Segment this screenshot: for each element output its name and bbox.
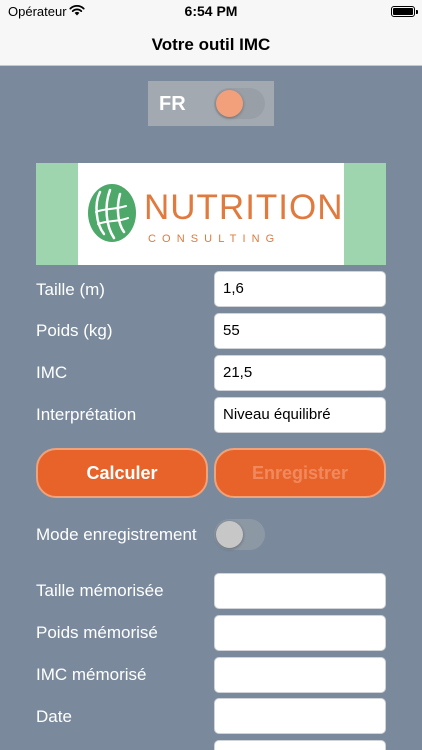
toggle-knob [216, 521, 243, 548]
interpretation-label: Interprétation [36, 405, 137, 424]
taille-label: Taille (m) [36, 280, 105, 299]
calculer-button[interactable]: Calculer [36, 448, 208, 498]
date-field[interactable] [214, 698, 386, 734]
logo: NUTRITION CONSULTING [78, 163, 344, 265]
date-label: Date [36, 707, 72, 726]
language-toggle[interactable] [214, 88, 265, 119]
logo-banner: NUTRITION CONSULTING [36, 163, 386, 265]
language-switcher: FR [148, 81, 274, 126]
logo-wordmark: NUTRITION [144, 188, 344, 227]
imc-label: IMC [36, 363, 68, 382]
poids-field[interactable]: 55 [214, 313, 386, 349]
toggle-knob [216, 90, 243, 117]
page-title: Votre outil IMC [151, 35, 271, 54]
imc-field[interactable]: 21,5 [214, 355, 386, 391]
imc-memorise-label: IMC mémorisé [36, 665, 147, 684]
mode-enregistrement-toggle[interactable] [214, 519, 265, 550]
taille-field[interactable]: 1,6 [214, 271, 386, 307]
leaf-logo-icon [88, 184, 136, 242]
imc-memorise-field[interactable] [214, 657, 386, 693]
poids-label: Poids (kg) [36, 321, 113, 340]
status-bar: Opérateur 6:54 PM [0, 0, 422, 24]
logo-subtitle: CONSULTING [148, 233, 281, 245]
navigation-bar: Votre outil IMC [0, 24, 422, 66]
mode-enregistrement-label: Mode enregistrement [36, 525, 197, 544]
interpretation-field[interactable]: Niveau équilibré [214, 397, 386, 433]
enregistrer-button[interactable]: Enregistrer [214, 448, 386, 498]
next-field-partial[interactable] [214, 740, 386, 750]
status-time: 6:54 PM [184, 3, 238, 19]
battery-icon [391, 6, 418, 17]
taille-memorisee-label: Taille mémorisée [36, 581, 164, 600]
language-label: FR [159, 93, 186, 115]
poids-memorise-label: Poids mémorisé [36, 623, 158, 642]
poids-memorise-field[interactable] [214, 615, 386, 651]
taille-memorisee-field[interactable] [214, 573, 386, 609]
